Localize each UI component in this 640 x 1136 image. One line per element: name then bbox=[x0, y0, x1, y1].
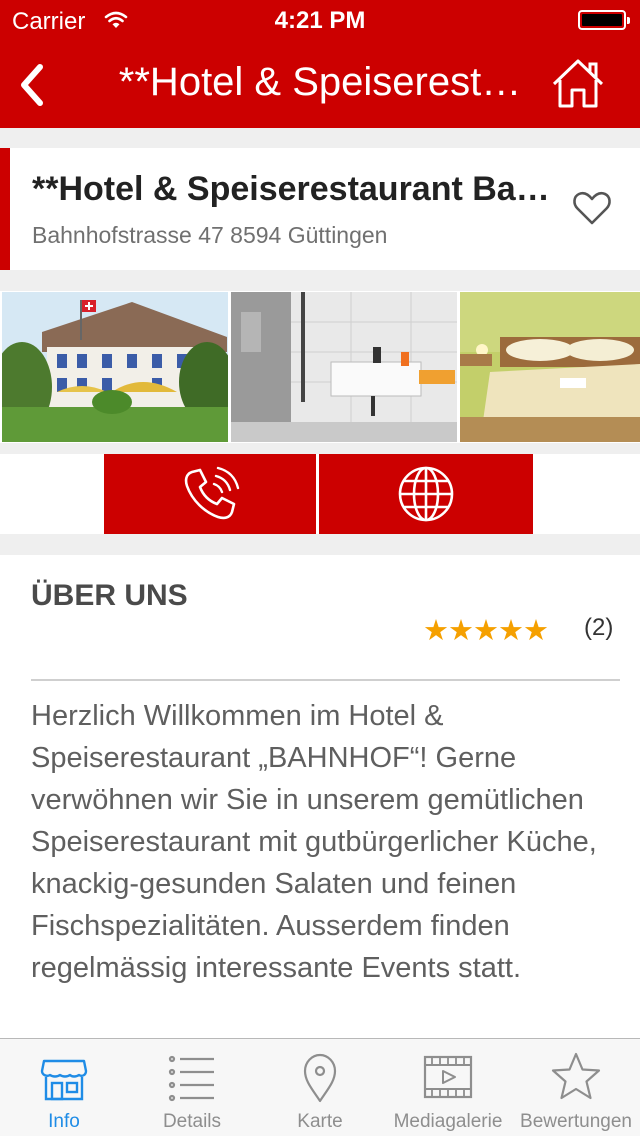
call-button[interactable] bbox=[104, 454, 316, 534]
store-icon bbox=[40, 1059, 88, 1101]
home-icon[interactable] bbox=[550, 56, 606, 112]
tab-bewertungen[interactable]: Bewertungen bbox=[512, 1039, 640, 1136]
star-icon bbox=[551, 1052, 601, 1100]
battery-icon bbox=[578, 10, 630, 30]
map-pin-icon bbox=[303, 1053, 337, 1103]
film-icon bbox=[423, 1055, 473, 1099]
list-icon bbox=[168, 1055, 214, 1102]
bathroom-photo[interactable] bbox=[231, 292, 457, 442]
tab-label: Karte bbox=[297, 1111, 343, 1132]
website-button[interactable] bbox=[319, 454, 533, 534]
about-section: ÜBER UNS ★★★★★ (2) Herzlich Willkommen i… bbox=[0, 555, 640, 1045]
status-bar: Carrier 4:21 PM bbox=[0, 0, 640, 40]
tab-info[interactable]: Info bbox=[0, 1039, 128, 1136]
hotel-exterior-photo[interactable] bbox=[2, 292, 228, 442]
star-rating: ★★★★★ bbox=[423, 615, 549, 647]
bedroom-photo[interactable] bbox=[460, 292, 640, 442]
section-title: ÜBER UNS bbox=[31, 579, 188, 612]
tab-label: Info bbox=[48, 1111, 80, 1132]
hotel-address: Bahnhofstrasse 47 8594 Güttingen bbox=[32, 222, 388, 248]
rating-count: (2) bbox=[584, 614, 614, 641]
photo-gallery bbox=[0, 291, 640, 443]
tab-karte[interactable]: Karte bbox=[256, 1039, 384, 1136]
tab-label: Bewertungen bbox=[520, 1111, 632, 1132]
back-button[interactable] bbox=[12, 58, 52, 112]
about-description: Herzlich Willkommen im Hotel & Speiseres… bbox=[31, 700, 597, 984]
hotel-name: **Hotel & Speiserestaurant Ba… bbox=[32, 170, 550, 208]
hotel-header-card: **Hotel & Speiserestaurant Ba… Bahnhofst… bbox=[0, 148, 640, 270]
action-bar bbox=[0, 454, 640, 534]
globe-icon bbox=[398, 466, 454, 522]
chevron-left-icon bbox=[21, 64, 43, 106]
clock: 4:21 PM bbox=[274, 7, 366, 34]
tab-bar: Info Details Karte Mediagalerie Bewertun… bbox=[0, 1038, 640, 1136]
navigation-bar: Carrier 4:21 PM **Hotel & Speiserest… bbox=[0, 0, 640, 128]
page-title: **Hotel & Speiserest… bbox=[118, 60, 522, 104]
phone-icon bbox=[184, 466, 240, 520]
tab-mediagalerie[interactable]: Mediagalerie bbox=[384, 1039, 512, 1136]
tab-label: Details bbox=[162, 1111, 222, 1132]
tab-label: Mediagalerie bbox=[393, 1111, 503, 1132]
heart-icon[interactable] bbox=[572, 188, 612, 228]
tab-details[interactable]: Details bbox=[128, 1039, 256, 1136]
divider bbox=[31, 679, 620, 681]
